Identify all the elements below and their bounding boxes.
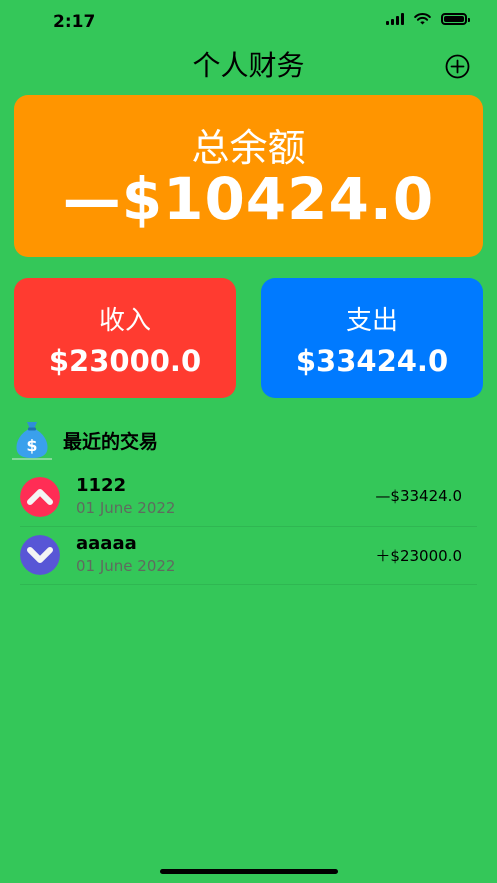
chevron-down-icon: [20, 535, 60, 575]
income-card[interactable]: 收入 $23000.0: [14, 278, 236, 398]
page-title: 个人财务: [192, 49, 305, 82]
battery-icon: [441, 13, 470, 25]
expense-amount: $33424.0: [295, 344, 449, 378]
recent-transactions-header: $ 最近的交易: [12, 418, 312, 462]
transaction-date: 01 June 2022: [76, 557, 176, 575]
add-transaction-button[interactable]: [445, 54, 470, 79]
transaction-name: aaaaa: [76, 533, 137, 554]
income-amount: $23000.0: [48, 344, 202, 378]
chevron-up-icon: [20, 477, 60, 517]
money-bag-icon: $: [12, 422, 52, 460]
svg-text:$: $: [26, 436, 37, 455]
transaction-amount: ＋$23000.0: [375, 547, 462, 565]
transaction-amount: —$33424.0: [375, 487, 462, 505]
income-label: 收入: [98, 306, 151, 336]
transaction-row[interactable]: aaaaa 01 June 2022 ＋$23000.0: [20, 527, 477, 585]
transaction-date: 01 June 2022: [76, 499, 176, 517]
total-balance-label: 总余额: [191, 126, 306, 170]
wifi-icon: [414, 13, 431, 25]
expense-label: 支出: [345, 306, 398, 336]
transaction-row[interactable]: 1122 01 June 2022 —$33424.0: [20, 469, 477, 527]
transaction-name: 1122: [76, 475, 127, 496]
home-indicator[interactable]: [160, 869, 338, 874]
status-time: 2:17: [53, 12, 96, 32]
status-bar: 2:17: [0, 0, 497, 44]
total-balance-card: 总余额 —$10424.0: [14, 95, 483, 257]
status-icons: [386, 13, 470, 25]
expense-card[interactable]: 支出 $33424.0: [261, 278, 483, 398]
cellular-signal-icon: [386, 13, 404, 25]
recent-transactions-title: 最近的交易: [63, 431, 159, 453]
total-balance-amount: —$10424.0: [62, 165, 435, 233]
